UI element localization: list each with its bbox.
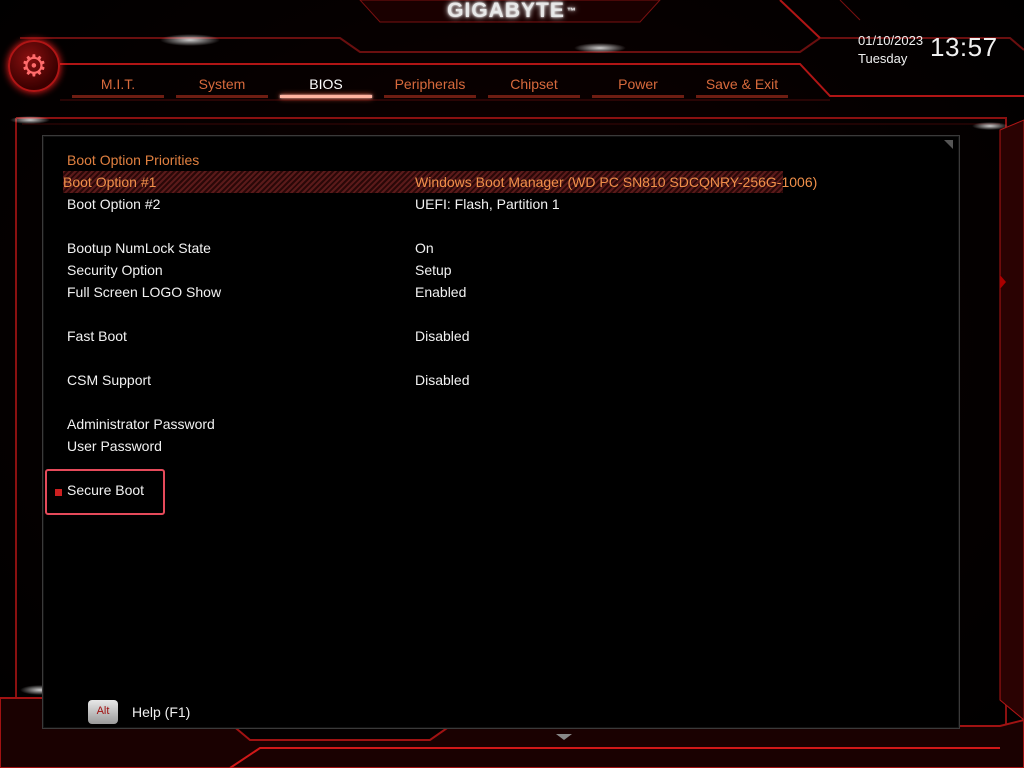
setting-value: Setup [415, 262, 452, 278]
setting-value: Enabled [415, 284, 467, 300]
setting-label: Administrator Password [67, 416, 215, 432]
clock-date: 01/10/2023 [858, 33, 924, 48]
setting-security-option[interactable]: Security Option Setup [67, 259, 947, 281]
brand-logo: GIGABYTE ™ [0, 0, 1024, 22]
help-hint[interactable]: Alt Help (F1) [88, 700, 190, 724]
setting-value: Disabled [415, 328, 470, 344]
setting-label: Fast Boot [67, 328, 127, 344]
setting-label: User Password [67, 438, 162, 454]
tab-chipset[interactable]: Chipset [482, 72, 586, 98]
setting-value: On [415, 240, 434, 256]
clock-time: 13:57 [930, 32, 998, 62]
tab-power[interactable]: Power [586, 72, 690, 98]
setting-boot-option-2[interactable]: Boot Option #2 UEFI: Flash, Partition 1 [67, 193, 947, 215]
setting-label: Security Option [67, 262, 163, 278]
submenu-bullet-icon [55, 489, 62, 496]
submenu-secure-boot[interactable]: Secure Boot [67, 479, 947, 501]
tab-mit[interactable]: M.I.T. [66, 72, 170, 98]
section-header-label: Boot Option Priorities [67, 152, 200, 168]
setting-fast-boot[interactable]: Fast Boot Disabled [67, 325, 947, 347]
setting-value: Disabled [415, 372, 470, 388]
setting-label: Secure Boot [67, 482, 145, 498]
setting-value: Windows Boot Manager (WD PC SN810 SDCQNR… [415, 174, 818, 190]
brand-name: GIGABYTE [447, 0, 565, 22]
alt-key-icon: Alt [88, 700, 118, 724]
setting-label: Boot Option #2 [67, 196, 161, 212]
setting-label: Bootup NumLock State [67, 240, 211, 256]
triangle-icon [944, 140, 953, 149]
tab-peripherals[interactable]: Peripherals [378, 72, 482, 98]
setting-label: CSM Support [67, 372, 152, 388]
brand-trademark: ™ [566, 6, 577, 16]
section-header: Boot Option Priorities [67, 149, 947, 171]
settings-panel: Boot Option Priorities Boot Option #1 Wi… [42, 135, 960, 729]
help-label: Help (F1) [132, 704, 191, 720]
clock-day: Tuesday [858, 51, 908, 66]
main-tabs: M.I.T. System BIOS Peripherals Chipset P… [66, 72, 794, 98]
setting-user-password[interactable]: User Password [67, 435, 947, 457]
setting-boot-option-1[interactable]: Boot Option #1 Windows Boot Manager (WD … [63, 171, 817, 193]
setting-label: Boot Option #1 [63, 174, 157, 190]
tab-bios[interactable]: BIOS [274, 72, 378, 98]
setting-label: Full Screen LOGO Show [67, 284, 222, 300]
bios-screen: GIGABYTE ™ ⚙ M.I.T. System BIOS Periphera… [0, 0, 1024, 768]
setting-value: UEFI: Flash, Partition 1 [415, 196, 560, 212]
gear-icon[interactable]: ⚙ [8, 40, 60, 92]
setting-logo-show[interactable]: Full Screen LOGO Show Enabled [67, 281, 947, 303]
tab-save-exit[interactable]: Save & Exit [690, 72, 794, 98]
setting-administrator-password[interactable]: Administrator Password [67, 413, 947, 435]
setting-csm-support[interactable]: CSM Support Disabled [67, 369, 947, 391]
tab-system[interactable]: System [170, 72, 274, 98]
setting-numlock-state[interactable]: Bootup NumLock State On [67, 237, 947, 259]
